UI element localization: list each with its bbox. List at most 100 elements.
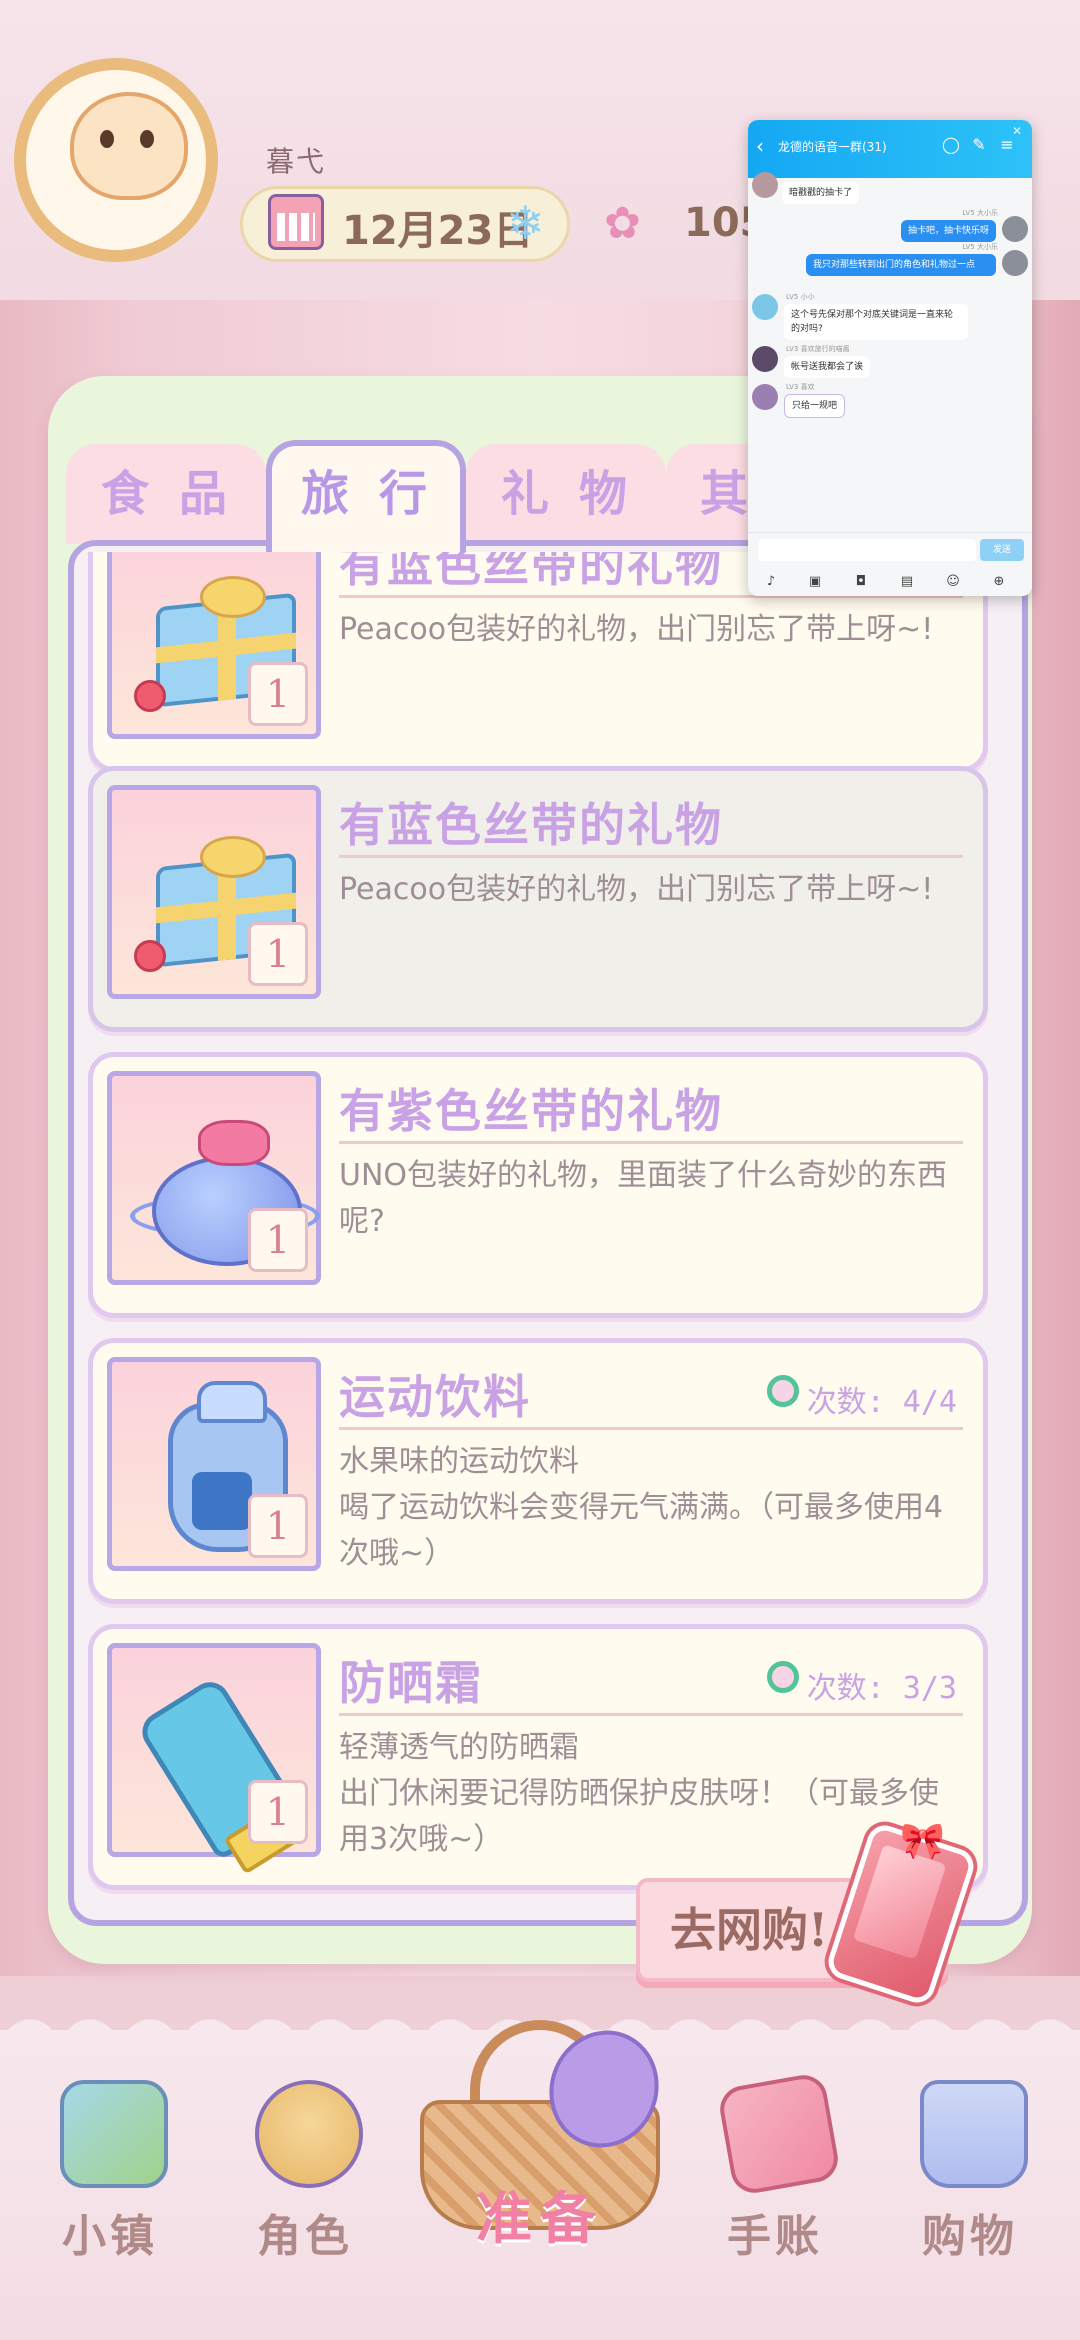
send-button[interactable]: 发送 (980, 539, 1024, 561)
uses-remaining: 次数: 3/3 (806, 1671, 957, 1706)
bow-icon (200, 576, 266, 618)
message-sender: LV3 喜欢 (786, 382, 815, 392)
item-card[interactable]: 1 有紫色丝带的礼物 UNO包装好的礼物，里面装了什么奇妙的东西呢? (88, 1052, 988, 1318)
journal-icon (716, 2071, 842, 2197)
nav-town[interactable]: 小镇 (25, 2070, 195, 2300)
rose-icon (134, 680, 166, 712)
image-icon[interactable]: ▣ (806, 573, 824, 591)
chat-message[interactable]: 暗戳戳的抽卡了 (782, 182, 860, 204)
item-quantity: 1 (248, 922, 308, 986)
title-divider (339, 1713, 963, 1716)
item-card[interactable]: 1 运动饮料 次数: 4/4 水果味的运动饮料 喝了运动饮料会变得元气满满。（可… (88, 1338, 988, 1604)
player-name: 暮弋 (266, 145, 327, 178)
sender-name: LV3 喜欢 (786, 383, 815, 391)
chat-messages[interactable]: 暗戳戳的抽卡了 LV5 大小乐 抽卡吧，抽卡快乐呀 LV5 大小乐 我只对那些转… (748, 172, 1032, 538)
bow-icon: 🎀 (900, 1821, 945, 1862)
nav-label: 手账 (727, 2211, 823, 2262)
item-title: 防晒霜 (339, 1656, 483, 1710)
nav-shopping[interactable]: 购物 (885, 2070, 1055, 2300)
chat-bubble-icon[interactable]: ◯ (942, 136, 960, 154)
avatar[interactable] (752, 384, 778, 410)
nav-journal[interactable]: 手账 (690, 2070, 860, 2300)
item-thumbnail: 1 (107, 785, 321, 999)
tab-travel[interactable]: 旅行 (266, 440, 466, 552)
nav-label: 角色 (257, 2211, 353, 2262)
item-quantity: 1 (248, 1494, 308, 1558)
camera-icon[interactable]: ◘ (852, 573, 870, 591)
hamster-avatar-icon (70, 92, 188, 200)
chat-message[interactable]: 抽卡吧，抽卡快乐呀 (900, 220, 996, 242)
sender-name: LV3 喜欢旅行的喵酱 (786, 345, 850, 353)
item-quantity: 1 (248, 1208, 308, 1272)
item-quantity: 1 (248, 662, 308, 726)
back-icon[interactable]: ‹ (756, 134, 764, 158)
avatar[interactable] (752, 346, 778, 372)
item-card[interactable]: 1 防晒霜 次数: 3/3 轻薄透气的防晒霜 出门休闲要记得防晒保护皮肤呀！（可… (88, 1624, 988, 1890)
chat-title: 龙德的语音一群(31) (778, 140, 887, 154)
message-sender: LV3 喜欢旅行的喵酱 (786, 344, 850, 354)
bow-icon (198, 1120, 270, 1166)
character-icon (255, 2080, 363, 2188)
item-thumbnail: 1 (107, 1357, 321, 1571)
rose-icon (134, 940, 166, 972)
current-date: 12月23日 (342, 208, 534, 254)
chat-message[interactable]: 只给一规吧 (784, 394, 846, 418)
avatar-eye (100, 130, 114, 148)
file-icon[interactable]: ▤ (898, 573, 916, 591)
timer-icon (767, 1661, 799, 1693)
item-description: Peacoo包装好的礼物，出门别忘了带上呀~! (339, 612, 934, 647)
sender-name: LV5 大小乐 (962, 209, 998, 217)
chat-message[interactable]: 我只对那些转到出门的角色和礼物过一点 (806, 254, 996, 276)
gem-icon: ✿ (604, 198, 641, 249)
message-sender: LV5 大小乐 (962, 242, 998, 252)
item-list[interactable]: 1 有蓝色丝带的礼物 Peacoo包装好的礼物，出门别忘了带上呀~! 1 有蓝色… (74, 552, 1022, 1924)
edit-icon[interactable]: ✎ (970, 136, 988, 154)
chat-message[interactable]: 帐号送我都会了诶 (784, 356, 871, 378)
item-title: 有蓝色丝带的礼物 (339, 798, 723, 852)
avatar[interactable] (752, 294, 778, 320)
uses-remaining: 次数: 4/4 (806, 1385, 957, 1420)
nav-character[interactable]: 角色 (220, 2070, 390, 2300)
menu-icon[interactable]: ≡ (998, 136, 1016, 154)
message-sender: LV5 大小乐 (962, 208, 998, 218)
sender-name: LV5 小小 (786, 293, 815, 301)
town-map-icon (60, 2080, 168, 2188)
nav-label: 小镇 (62, 2211, 158, 2262)
item-thumbnail: 1 (107, 552, 321, 739)
nav-label: 购物 (922, 2211, 1018, 2262)
emoji-icon[interactable]: ☺ (944, 573, 962, 591)
chat-input-bar: 发送 ♪ ▣ ◘ ▤ ☺ ⊕ (748, 532, 1032, 596)
nav-prepare[interactable]: 准备 (410, 2010, 675, 2252)
item-thumbnail: 1 (107, 1643, 321, 1862)
avatar[interactable] (1002, 216, 1028, 242)
avatar[interactable] (1002, 250, 1028, 276)
item-description: 轻薄透气的防晒霜 出门休闲要记得防晒保护皮肤呀！（可最多使用3次哦~） (339, 1730, 939, 1857)
message-sender: LV5 小小 (786, 292, 815, 302)
snowflake-icon: ❄ (506, 196, 545, 250)
item-quantity: 1 (248, 1780, 308, 1844)
item-title: 运动饮料 (339, 1370, 531, 1424)
close-icon[interactable]: ✕ (1012, 124, 1022, 138)
tab-food[interactable]: 食品 (66, 444, 266, 544)
timer-icon (767, 1375, 799, 1407)
shopping-bag-icon (920, 2080, 1028, 2188)
bottle-label (192, 1472, 252, 1530)
chat-header: ‹ 龙德的语音一群(31) ◯ ✎ ≡ ✕ (748, 120, 1032, 178)
bow-icon (200, 836, 266, 878)
item-card[interactable]: 1 有蓝色丝带的礼物 Peacoo包装好的礼物，出门别忘了带上呀~! (88, 766, 988, 1032)
avatar-eye (140, 130, 154, 148)
tab-gift[interactable]: 礼物 (466, 444, 666, 544)
chat-message[interactable]: 这个号先保对那个对底关键词是一直来轮的对吗? (784, 304, 968, 340)
title-divider (339, 1427, 963, 1430)
title-divider (339, 855, 963, 858)
plus-icon[interactable]: ⊕ (990, 573, 1008, 591)
sender-name: LV5 大小乐 (962, 243, 998, 251)
nav-label: 准备 (476, 2186, 604, 2252)
chat-input[interactable] (758, 539, 976, 561)
avatar[interactable] (752, 172, 778, 198)
floating-chat-window[interactable]: ‹ 龙德的语音一群(31) ◯ ✎ ≡ ✕ 暗戳戳的抽卡了 LV5 大小乐 抽卡… (748, 120, 1032, 596)
item-description: UNO包装好的礼物，里面装了什么奇妙的东西呢? (339, 1158, 948, 1239)
item-description: 水果味的运动饮料 喝了运动饮料会变得元气满满。（可最多使用4次哦~） (339, 1444, 944, 1571)
mic-icon[interactable]: ♪ (762, 573, 780, 591)
item-thumbnail: 1 (107, 1071, 321, 1285)
